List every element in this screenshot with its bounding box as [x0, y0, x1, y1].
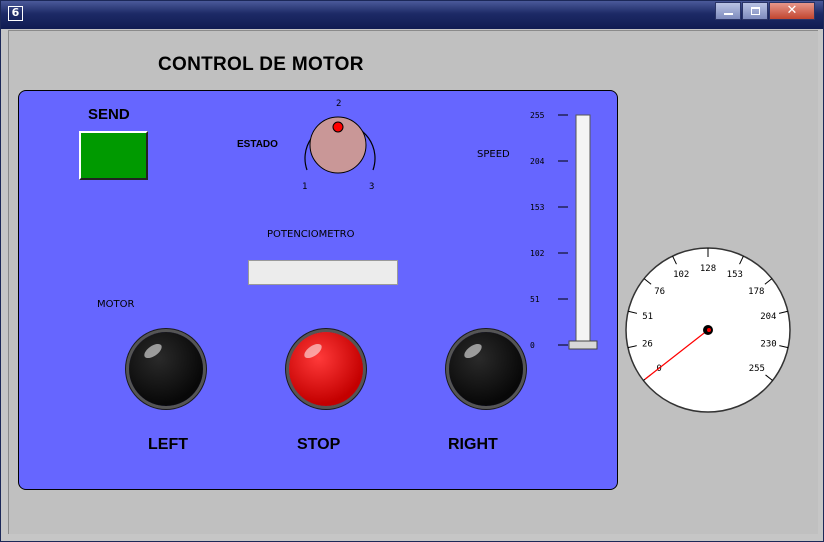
- close-icon: ✕: [786, 3, 798, 18]
- gauge-tick-label: 153: [727, 270, 743, 280]
- estado-label: ESTADO: [237, 139, 278, 150]
- left-button[interactable]: [129, 332, 203, 406]
- maximize-icon: [750, 7, 760, 15]
- speed-ticks: 255 204 153 102 51 0: [530, 111, 568, 350]
- gauge-tick-label: 178: [748, 287, 764, 297]
- speed-tick-255: 255: [530, 111, 545, 120]
- gauge-tick-label: 230: [760, 339, 776, 349]
- page-title: CONTROL DE MOTOR: [158, 54, 364, 75]
- maximize-button[interactable]: [742, 2, 768, 20]
- app-icon: 6: [8, 6, 23, 21]
- speed-tick-204: 204: [530, 157, 545, 166]
- minimize-icon: [723, 13, 733, 15]
- gauge-tick-label: 128: [700, 264, 716, 274]
- button-shine: [301, 341, 325, 361]
- title-bar[interactable]: 6 ✕: [1, 1, 823, 29]
- gauge-tick-label: 204: [760, 312, 776, 322]
- speed-tick-0: 0: [530, 341, 535, 350]
- button-shine: [461, 341, 485, 361]
- potenciometro-field: [248, 260, 398, 285]
- speed-slider-track[interactable]: [575, 114, 591, 349]
- speed-slider-thumb[interactable]: [568, 340, 598, 350]
- stop-button-label: STOP: [297, 436, 341, 453]
- gauge-tick-label: 51: [642, 312, 653, 322]
- right-button[interactable]: [449, 332, 523, 406]
- motor-label: MOTOR: [97, 299, 135, 310]
- gauge-tick-label: 102: [673, 270, 689, 280]
- speed-tick-102: 102: [530, 249, 545, 258]
- knob-indicator: [332, 121, 344, 133]
- speed-label: SPEED: [477, 149, 510, 160]
- minimize-button[interactable]: [715, 2, 741, 20]
- estado-tick-3: 3: [369, 182, 374, 192]
- estado-knob[interactable]: 2 1 3: [290, 92, 390, 197]
- button-shine: [141, 341, 165, 361]
- speed-tick-51: 51: [530, 295, 540, 304]
- close-button[interactable]: ✕: [769, 2, 815, 20]
- estado-tick-1: 1: [302, 182, 307, 192]
- right-button-label: RIGHT: [448, 436, 498, 453]
- speed-tick-153: 153: [530, 203, 545, 212]
- left-button-label: LEFT: [148, 436, 188, 453]
- speed-slider[interactable]: 255 204 153 102 51 0: [525, 105, 605, 355]
- send-label: SEND: [88, 106, 130, 123]
- gauge-tick-label: 255: [749, 364, 765, 374]
- gauge-tick-label: 26: [642, 339, 653, 349]
- window-controls: ✕: [714, 2, 815, 20]
- speed-gauge: 0265176102128153178204230255: [625, 247, 791, 413]
- estado-tick-2: 2: [336, 99, 341, 109]
- stop-button[interactable]: [289, 332, 363, 406]
- potenciometro-label: POTENCIOMETRO: [267, 229, 355, 240]
- send-button[interactable]: [79, 131, 148, 180]
- gauge-tick-label: 76: [654, 287, 665, 297]
- gauge-hub-dot: [707, 328, 711, 332]
